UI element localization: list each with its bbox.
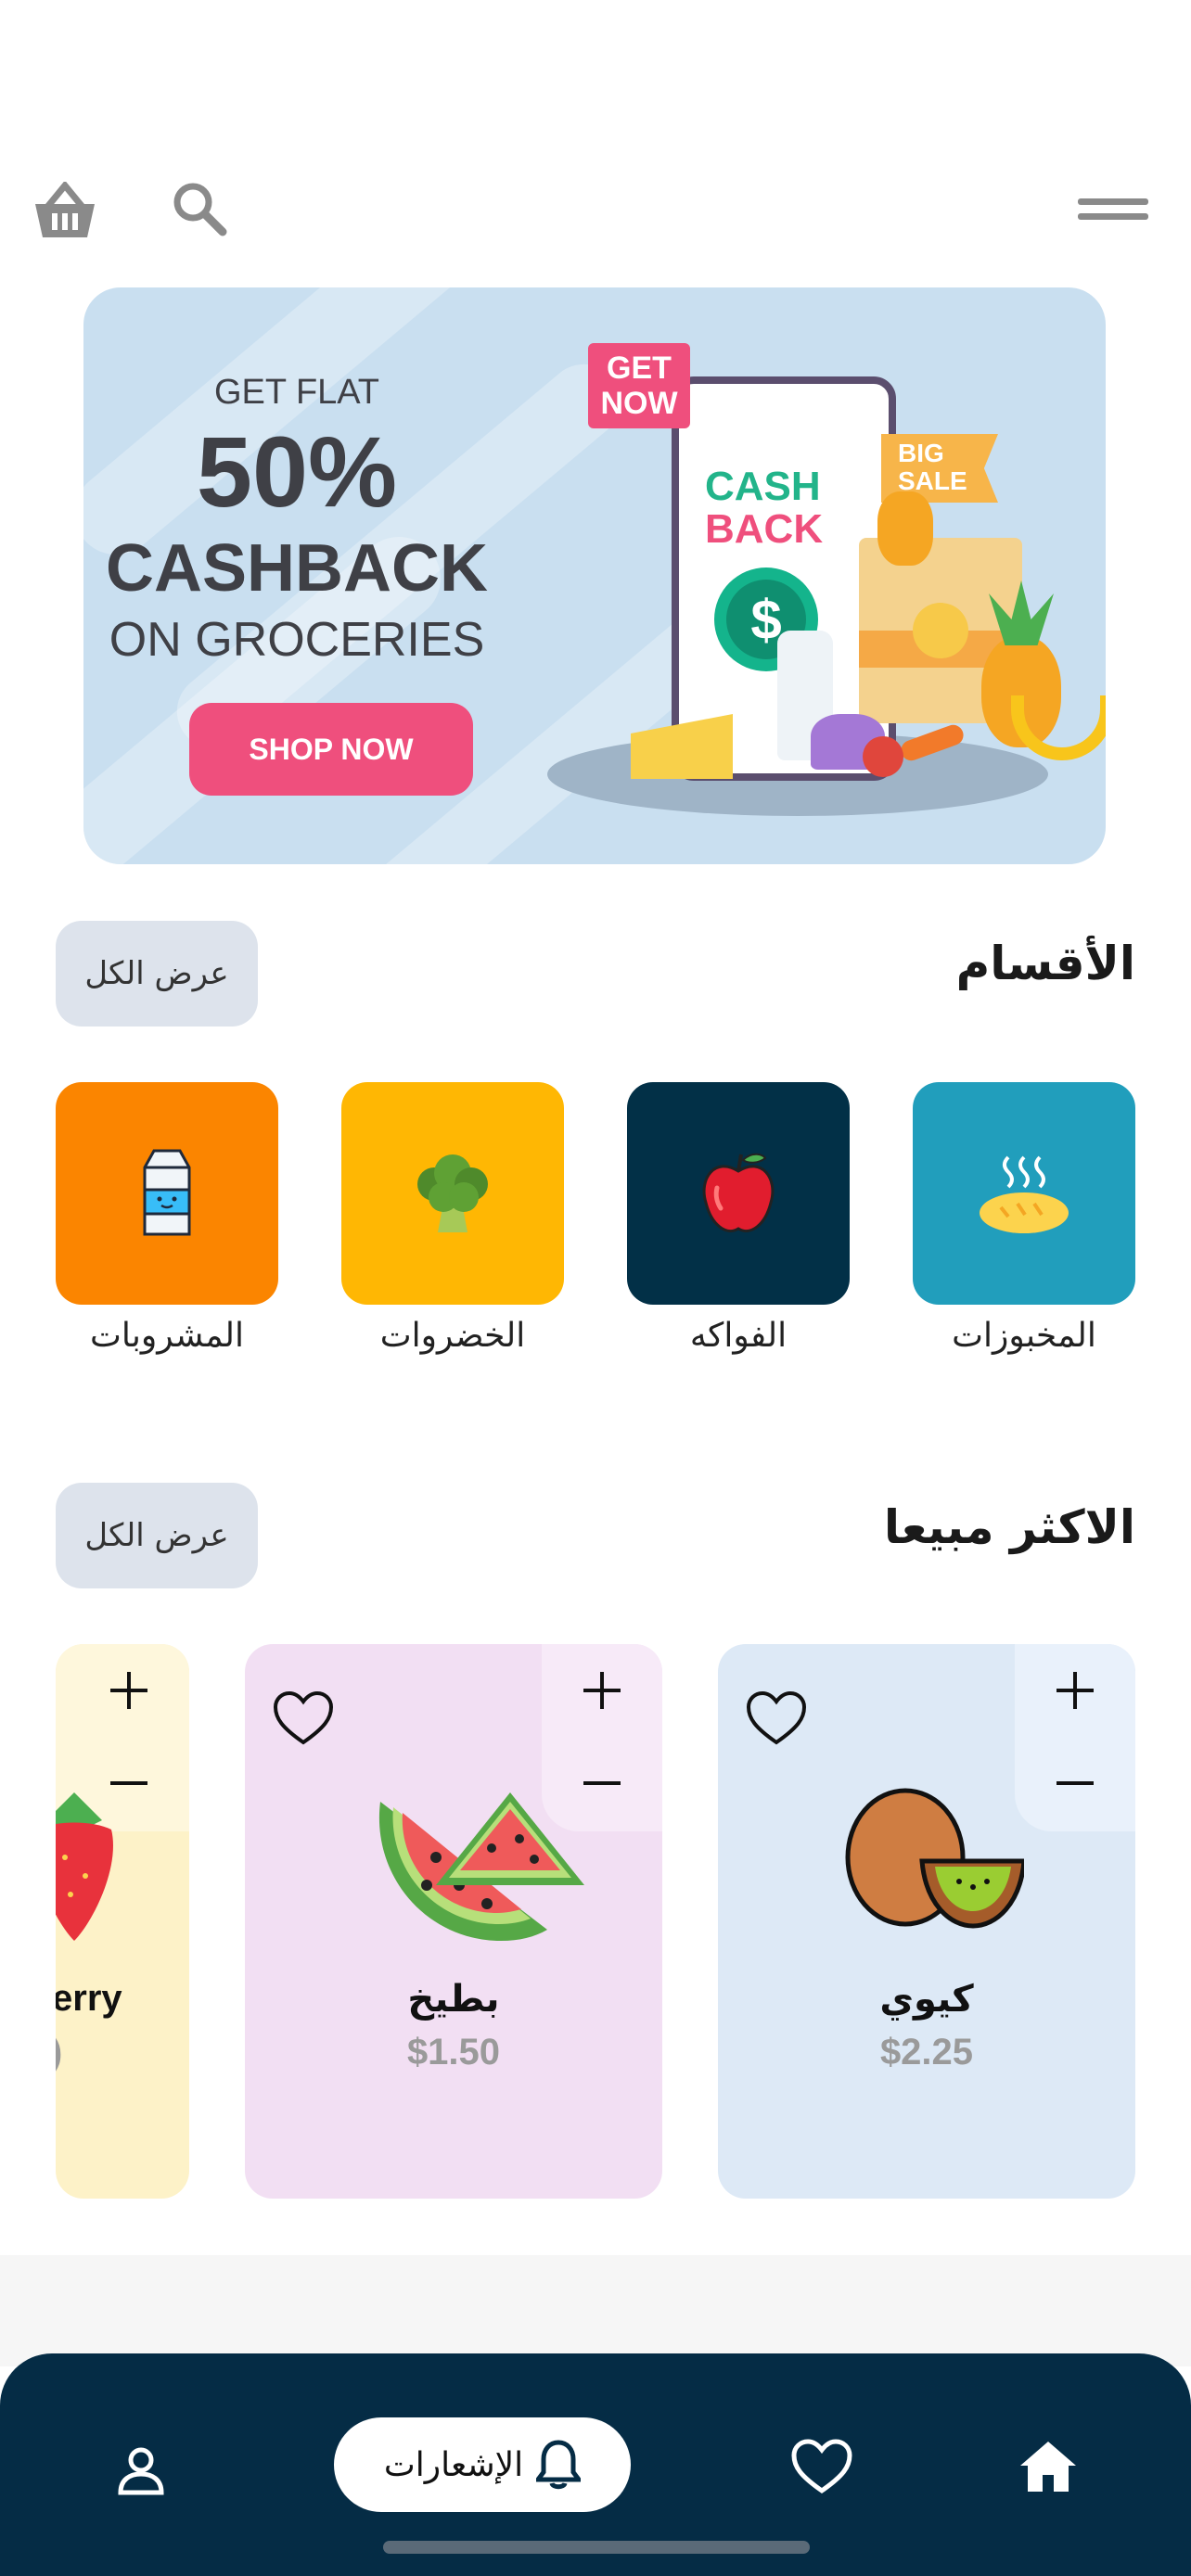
heart-icon [791, 2439, 852, 2494]
nav-favorites-button[interactable] [785, 2429, 859, 2504]
minus-icon [583, 1781, 621, 1785]
increase-quantity-button[interactable] [69, 1644, 189, 1737]
banner-percent: 50% [196, 415, 398, 528]
category-bakery[interactable] [913, 1082, 1135, 1305]
kiwi-icon [845, 1788, 1024, 1929]
heart-outline-icon [273, 1690, 334, 1745]
home-indicator [383, 2541, 810, 2554]
increase-quantity-button[interactable] [542, 1644, 662, 1737]
apple-icon [702, 1153, 775, 1232]
big-sale-line1: BIG [898, 439, 944, 467]
plus-icon [110, 1672, 147, 1709]
get-now-tag-line2: NOW [600, 386, 678, 421]
product-price: $2.25 [879, 2032, 974, 2072]
phone-cash-text: CASH [705, 464, 821, 509]
menu-icon[interactable] [1076, 185, 1150, 232]
product-name: erry [56, 1978, 122, 2019]
category-bakery-label: المخبوزات [952, 1317, 1096, 1355]
nav-notifications-label: الإشعارات [383, 2445, 524, 2484]
category-drinks-label: المشروبات [89, 1317, 245, 1355]
nav-profile-button[interactable] [104, 2433, 178, 2507]
categories-see-all-button[interactable]: عرض الكل [56, 921, 258, 1027]
plus-icon [583, 1672, 621, 1709]
product-name: بطيخ [407, 1978, 500, 2021]
product-price: ) [56, 2032, 62, 2073]
decrease-quantity-button[interactable] [1015, 1737, 1135, 1830]
category-drinks[interactable] [56, 1082, 278, 1305]
category-vegetables-label: الخضروات [379, 1317, 526, 1355]
content-bottom-band [0, 2255, 1191, 2366]
category-vegetables[interactable] [341, 1082, 564, 1305]
bell-icon [536, 2440, 582, 2490]
categories-title: الأقسام [955, 937, 1135, 990]
bread-icon [980, 1155, 1069, 1233]
best-sellers-see-all-button[interactable]: عرض الكل [56, 1483, 258, 1588]
minus-icon [1057, 1781, 1094, 1785]
product-card-kiwi[interactable]: كيوي $2.25 [718, 1644, 1135, 2199]
grocery-illustration: CASH BACK $ GET NOW BIG SALE [547, 325, 1106, 844]
home-icon [1020, 2442, 1076, 2492]
increase-quantity-button[interactable] [1015, 1644, 1135, 1737]
category-fruits[interactable] [627, 1082, 850, 1305]
product-name: كيوي [879, 1978, 974, 2021]
strawberry-icon [56, 1792, 113, 1941]
favorite-button[interactable] [273, 1690, 338, 1750]
broccoli-icon [417, 1154, 488, 1232]
product-card-strawberry[interactable]: erry ) [56, 1644, 189, 2199]
search-icon[interactable] [167, 176, 232, 241]
banner-cashback: CASHBACK [106, 531, 488, 606]
plus-icon [1057, 1672, 1094, 1709]
best-sellers-title: الاكثر مبيعا [883, 1500, 1135, 1554]
heart-outline-icon [746, 1690, 807, 1745]
milk-icon [143, 1149, 191, 1236]
get-now-tag-line1: GET [607, 351, 672, 386]
category-fruits-label: الفواكه [689, 1317, 788, 1355]
promo-banner[interactable]: GET FLAT 50% CASHBACK ON GROCERIES SHOP … [83, 287, 1106, 864]
product-card-watermelon[interactable]: بطيخ $1.50 [245, 1644, 662, 2199]
banner-on-groceries: ON GROCERIES [109, 613, 485, 667]
get-now-tag: GET NOW [588, 343, 690, 428]
banner-get-flat: GET FLAT [213, 373, 380, 412]
nav-home-button[interactable] [1011, 2429, 1085, 2504]
watermelon-icon [378, 1792, 584, 1941]
shop-now-button[interactable]: SHOP NOW [189, 703, 473, 796]
profile-icon [118, 2447, 164, 2495]
phone-back-text: BACK [705, 506, 824, 552]
nav-notifications-button[interactable]: الإشعارات [334, 2417, 631, 2512]
product-price: $1.50 [406, 2032, 501, 2072]
favorite-button[interactable] [746, 1690, 811, 1750]
basket-icon[interactable] [28, 176, 102, 247]
